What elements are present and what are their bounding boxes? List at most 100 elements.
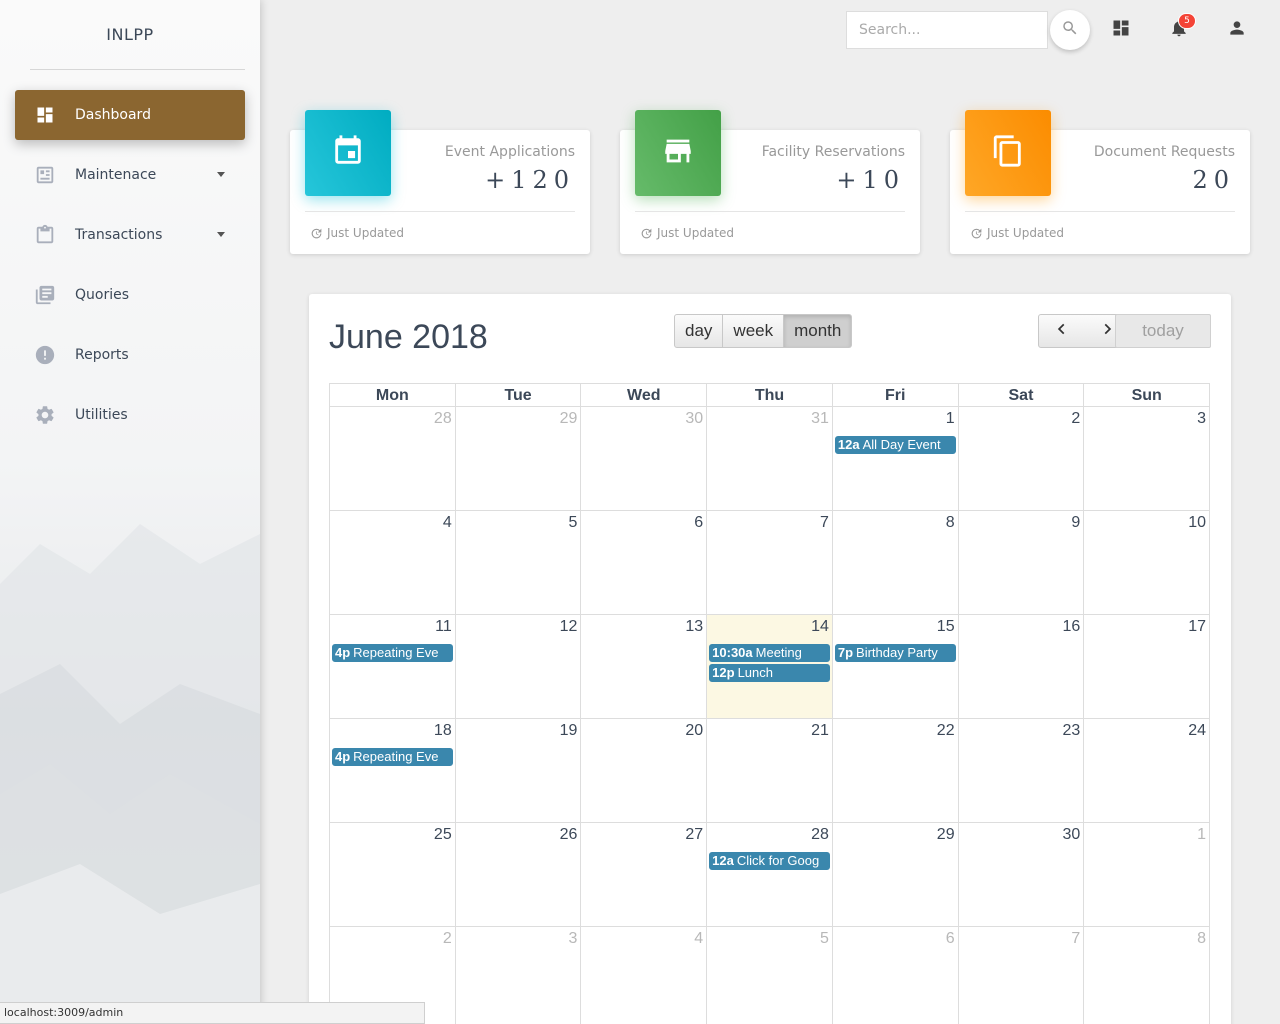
sidebar-item-label: Maintenace [75,167,157,183]
event-time: 12a [837,437,860,452]
caret-down-icon [217,172,225,177]
day-number: 31 [811,410,829,427]
sidebar-item-utilities[interactable]: Utilities [15,390,245,440]
day-cell[interactable]: 3 [454,927,581,1024]
day-cell[interactable]: 22 [831,719,958,822]
month-view-button[interactable]: month [784,314,853,348]
sidebar-item-dashboard[interactable]: Dashboard [15,90,245,140]
stat-card-event-applications: Event Applications +120 Just Updated [290,110,590,254]
day-number: 7 [819,514,829,531]
brand-title[interactable]: INLPP [0,0,260,70]
day-cell[interactable]: 9 [957,511,1084,614]
store-icon [661,134,695,172]
day-number: 4 [694,930,704,947]
day-number: 22 [936,722,955,739]
update-icon [311,228,322,238]
event-title: Birthday Party [856,645,938,660]
calendar-event[interactable]: 12a Click for Goog [709,852,830,870]
day-cell[interactable]: 4 [330,511,455,614]
alert-icon [33,343,57,367]
day-cell[interactable]: 8 [831,511,958,614]
day-cell[interactable]: 8 [1083,927,1209,1024]
day-cell[interactable]: 5 [706,927,832,1024]
search-button[interactable] [1050,10,1090,50]
day-cell-today[interactable]: 14 10:30a Meeting 12p Lunch [706,615,832,718]
day-number: 20 [685,722,704,739]
day-cell[interactable]: 26 [454,823,581,926]
day-cell[interactable]: 2 [957,407,1084,510]
day-cell[interactable]: 13 [580,615,706,718]
day-cell[interactable]: 28 [330,407,455,510]
sidebar-item-label: Reports [75,347,129,363]
day-cell[interactable]: 30 [957,823,1084,926]
day-number: 21 [811,722,829,739]
day-cell[interactable]: 12 [454,615,581,718]
dashboard-toggle-button[interactable] [1107,16,1135,44]
today-button[interactable]: today [1115,314,1211,348]
day-cell[interactable]: 24 [1083,719,1209,822]
search-input[interactable] [846,11,1048,49]
day-cell[interactable]: 6 [580,511,706,614]
day-number: 17 [1188,618,1207,635]
day-cell[interactable]: 20 [580,719,706,822]
calendar-event[interactable]: 4p Repeating Eve [332,644,453,662]
dashboard-icon [33,103,57,127]
day-cell[interactable]: 6 [831,927,958,1024]
day-cell[interactable]: 29 [454,407,581,510]
day-cell[interactable]: 15 7p Birthday Party [831,615,958,718]
day-cell[interactable]: 19 [454,719,581,822]
day-number: 2 [442,930,452,947]
sidebar-item-transactions[interactable]: Transactions [15,210,245,260]
day-cell[interactable]: 18 4p Repeating Eve [330,719,455,822]
day-cell[interactable]: 4 [580,927,706,1024]
stat-value: +120 [485,166,575,194]
day-cell[interactable]: 1 [1083,823,1209,926]
stat-divider [305,211,575,212]
day-number: 5 [568,514,578,531]
stat-footer: Just Updated [310,226,404,240]
day-cell[interactable]: 27 [580,823,706,926]
stat-footer-text: Just Updated [657,226,734,240]
weekday-label: Sat [957,384,1084,406]
stat-divider [635,211,905,212]
event-title: Click for Goog [736,853,820,868]
day-cell[interactable]: 1 12a All Day Event [831,407,958,510]
library-books-icon [33,283,57,307]
user-profile-button[interactable] [1223,16,1251,44]
day-cell[interactable]: 23 [957,719,1084,822]
day-number: 30 [685,410,704,427]
day-view-button[interactable]: day [674,314,724,348]
day-cell[interactable]: 16 [957,615,1084,718]
day-cell[interactable]: 28 12a Click for Goog [706,823,832,926]
sidebar-item-reports[interactable]: Reports [15,330,245,380]
calendar-event[interactable]: 10:30a Meeting [709,644,830,662]
calendar-event[interactable]: 12p Lunch [709,664,830,682]
search-icon [1061,19,1079,41]
calendar-event[interactable]: 7p Birthday Party [834,644,956,662]
prev-button[interactable] [1038,314,1085,348]
day-number: 1 [1197,826,1207,843]
calendar-icon [331,134,365,172]
day-cell[interactable]: 7 [957,927,1084,1024]
day-cell[interactable]: 21 [706,719,832,822]
clipboard-icon [33,223,57,247]
calendar-event[interactable]: 12a All Day Event [834,436,956,454]
week-view-button[interactable]: week [723,314,785,348]
day-cell[interactable]: 5 [454,511,581,614]
day-cell[interactable]: 3 [1083,407,1209,510]
day-cell[interactable]: 7 [706,511,832,614]
stat-footer-text: Just Updated [327,226,404,240]
day-number: 3 [568,930,578,947]
day-cell[interactable]: 29 [831,823,958,926]
sidebar-item-maintenance[interactable]: Maintenace [15,150,245,200]
day-cell[interactable]: 17 [1083,615,1209,718]
day-cell[interactable]: 11 4p Repeating Eve [330,615,455,718]
day-cell[interactable]: 25 [330,823,455,926]
day-cell[interactable]: 30 [580,407,706,510]
day-cell[interactable]: 10 [1083,511,1209,614]
stat-value: +10 [836,166,905,194]
calendar-event[interactable]: 4p Repeating Eve [332,748,453,766]
day-cell[interactable]: 31 [706,407,832,510]
week-row: 25 26 27 28 12a Click for Goog 29 30 1 [329,823,1210,927]
sidebar-item-queries[interactable]: Quories [15,270,245,320]
